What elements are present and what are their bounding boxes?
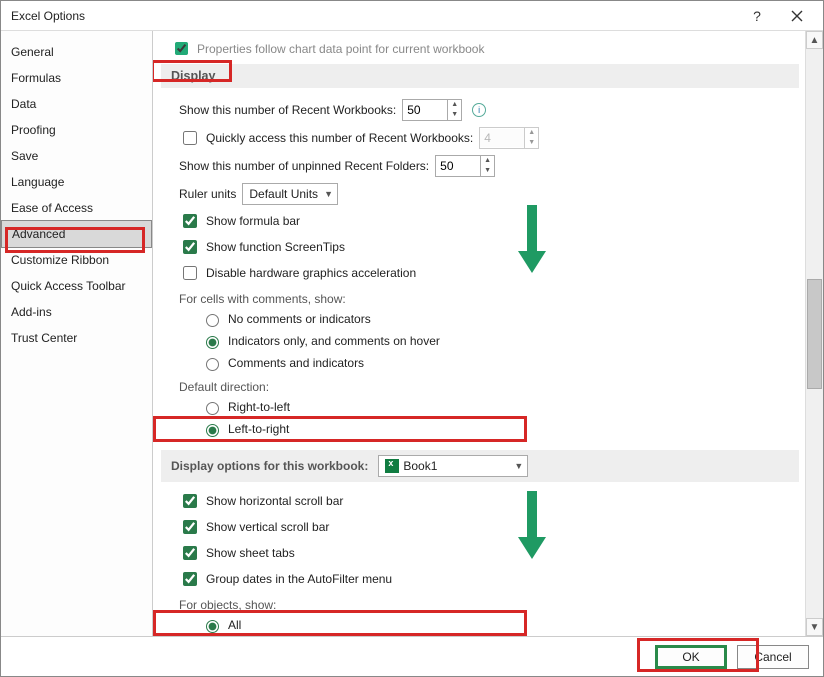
properties-follow-chart-label: Properties follow chart data point for c… [197, 42, 484, 56]
sidebar-item-ease-of-access[interactable]: Ease of Access [1, 195, 152, 221]
chevron-down-icon: ▼ [324, 189, 333, 199]
objects-all-radio[interactable] [206, 620, 219, 633]
h-scroll-checkbox[interactable] [183, 494, 197, 508]
sidebar-item-general[interactable]: General [1, 39, 152, 65]
group-dates-label: Group dates in the AutoFilter menu [206, 572, 392, 586]
ruler-units-label: Ruler units [179, 187, 236, 201]
spinner-buttons[interactable]: ▲▼ [447, 100, 461, 120]
sidebar-item-trust-center[interactable]: Trust Center [1, 325, 152, 351]
show-formula-bar-checkbox[interactable] [183, 214, 197, 228]
excel-options-dialog: Excel Options ? General Formulas Data Pr… [0, 0, 824, 677]
v-scroll-checkbox[interactable] [183, 520, 197, 534]
h-scroll-label: Show horizontal scroll bar [206, 494, 343, 508]
scroll-track[interactable] [806, 49, 823, 618]
disable-hw-label: Disable hardware graphics acceleration [206, 266, 416, 280]
sidebar-item-data[interactable]: Data [1, 91, 152, 117]
disable-hw-checkbox[interactable] [183, 266, 197, 280]
quick-access-label: Quickly access this number of Recent Wor… [206, 131, 473, 145]
ruler-units-value: Default Units [249, 187, 318, 201]
recent-folders-label: Show this number of unpinned Recent Fold… [179, 159, 429, 173]
workbook-section-label: Display options for this workbook: [171, 459, 368, 473]
window-title: Excel Options [11, 9, 737, 23]
recent-folders-spinner[interactable]: ▲▼ [435, 155, 495, 177]
recent-workbooks-spinner[interactable]: ▲▼ [402, 99, 462, 121]
sidebar-item-addins[interactable]: Add-ins [1, 299, 152, 325]
quick-access-checkbox[interactable] [183, 131, 197, 145]
properties-follow-chart-checkbox[interactable] [175, 42, 188, 55]
comments-indicators-label: Indicators only, and comments on hover [228, 334, 440, 348]
cutoff-row: Properties follow chart data point for c… [171, 35, 805, 64]
sidebar-item-language[interactable]: Language [1, 169, 152, 195]
scroll-thumb[interactable] [807, 279, 822, 389]
rtl-radio[interactable] [206, 402, 219, 415]
scroll-up-button[interactable]: ▲ [806, 31, 823, 49]
v-scroll-label: Show vertical scroll bar [206, 520, 329, 534]
quick-access-spinner: ▲▼ [479, 127, 539, 149]
workbook-select[interactable]: Book1 ▼ [378, 455, 528, 477]
display-section-header: Display [161, 64, 799, 88]
show-screentips-label: Show function ScreenTips [206, 240, 345, 254]
sheet-tabs-checkbox[interactable] [183, 546, 197, 560]
info-icon[interactable]: i [472, 103, 486, 117]
show-formula-bar-label: Show formula bar [206, 214, 300, 228]
objects-subheader: For objects, show: [161, 592, 805, 614]
rtl-label: Right-to-left [228, 400, 290, 414]
comments-both-label: Comments and indicators [228, 356, 364, 370]
close-icon [791, 10, 803, 22]
comments-both-radio[interactable] [206, 358, 219, 371]
quick-access-input [480, 129, 524, 147]
sidebar-item-quick-access-toolbar[interactable]: Quick Access Toolbar [1, 273, 152, 299]
sidebar-item-formulas[interactable]: Formulas [1, 65, 152, 91]
sheet-tabs-label: Show sheet tabs [206, 546, 295, 560]
ok-button[interactable]: OK [655, 645, 727, 669]
vertical-scrollbar[interactable]: ▲ ▼ [805, 31, 823, 636]
ltr-label: Left-to-right [228, 422, 289, 436]
title-bar: Excel Options ? [1, 1, 823, 31]
recent-workbooks-label: Show this number of Recent Workbooks: [179, 103, 396, 117]
sidebar-item-save[interactable]: Save [1, 143, 152, 169]
show-screentips-checkbox[interactable] [183, 240, 197, 254]
scroll-down-button[interactable]: ▼ [806, 618, 823, 636]
chevron-down-icon: ▼ [514, 461, 523, 471]
ltr-radio[interactable] [206, 424, 219, 437]
direction-subheader: Default direction: [161, 374, 805, 396]
workbook-select-value: Book1 [403, 459, 437, 473]
group-dates-checkbox[interactable] [183, 572, 197, 586]
spinner-buttons: ▲▼ [524, 128, 538, 148]
sidebar-item-advanced[interactable]: Advanced [1, 220, 152, 248]
comments-none-radio[interactable] [206, 314, 219, 327]
close-button[interactable] [777, 2, 817, 30]
comments-none-label: No comments or indicators [228, 312, 371, 326]
recent-workbooks-input[interactable] [403, 101, 447, 119]
category-sidebar: General Formulas Data Proofing Save Lang… [1, 31, 153, 636]
ruler-units-select[interactable]: Default Units ▼ [242, 183, 338, 205]
comments-indicators-radio[interactable] [206, 336, 219, 349]
comments-subheader: For cells with comments, show: [161, 286, 805, 308]
help-button[interactable]: ? [737, 2, 777, 30]
workbook-section-header: Display options for this workbook: Book1… [161, 450, 799, 482]
spinner-buttons[interactable]: ▲▼ [480, 156, 494, 176]
objects-all-label: All [228, 618, 241, 632]
advanced-options-panel: Properties follow chart data point for c… [153, 31, 805, 636]
sidebar-item-customize-ribbon[interactable]: Customize Ribbon [1, 247, 152, 273]
cancel-button[interactable]: Cancel [737, 645, 809, 669]
dialog-footer: OK Cancel [1, 636, 823, 676]
excel-file-icon [385, 459, 399, 473]
recent-folders-input[interactable] [436, 157, 480, 175]
sidebar-item-proofing[interactable]: Proofing [1, 117, 152, 143]
